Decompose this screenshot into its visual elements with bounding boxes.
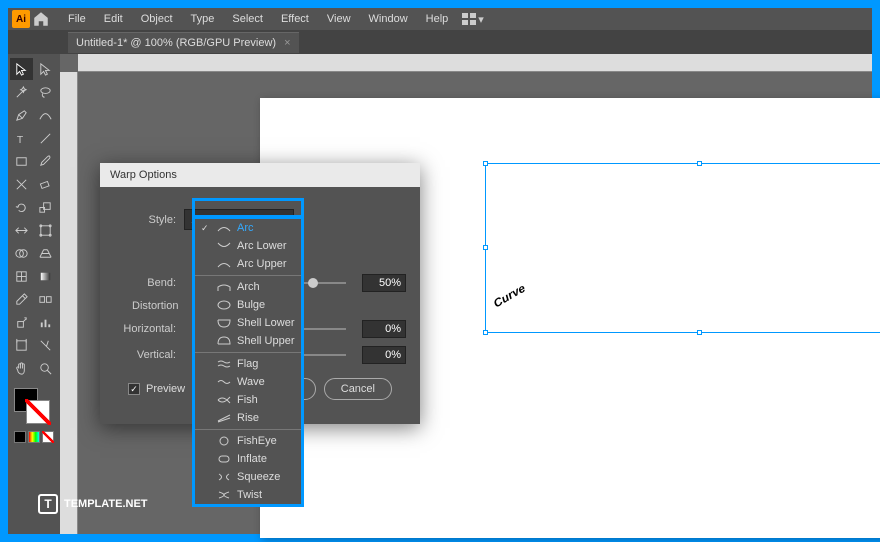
menu-file[interactable]: File <box>60 11 94 27</box>
cancel-button[interactable]: Cancel <box>324 378 392 400</box>
watermark-icon: T <box>38 494 58 514</box>
checkbox-icon: ✓ <box>128 383 140 395</box>
app-window: Ai File Edit Object Type Select Effect V… <box>8 8 872 534</box>
selection-tool[interactable] <box>10 58 33 80</box>
menu-type[interactable]: Type <box>183 11 223 27</box>
style-option-arc[interactable]: ✓Arc <box>195 219 301 237</box>
home-icon[interactable] <box>32 10 50 28</box>
style-option-bulge[interactable]: Bulge <box>195 296 301 314</box>
style-label: Style: <box>114 214 176 226</box>
blend-tool[interactable] <box>34 288 57 310</box>
menubar: File Edit Object Type Select Effect View… <box>60 11 456 27</box>
document-tabs: Untitled-1* @ 100% (RGB/GPU Preview) × <box>8 30 872 54</box>
eyedropper-tool[interactable] <box>10 288 33 310</box>
menu-view[interactable]: View <box>319 11 359 27</box>
style-option-fisheye[interactable]: FishEye <box>195 432 301 450</box>
dialog-title: Warp Options <box>100 163 420 187</box>
color-mode-gradient[interactable] <box>28 431 40 443</box>
handle-nw[interactable] <box>483 161 488 166</box>
selection-bounds <box>485 163 880 333</box>
watermark-text: TEMPLATE.NET <box>64 498 148 510</box>
menu-edit[interactable]: Edit <box>96 11 131 27</box>
color-mode-none[interactable] <box>42 431 54 443</box>
handle-n[interactable] <box>697 161 702 166</box>
style-option-fish[interactable]: Fish <box>195 391 301 409</box>
titlebar: Ai File Edit Object Type Select Effect V… <box>8 8 872 30</box>
ruler-horizontal <box>78 54 872 72</box>
direct-selection-tool[interactable] <box>34 58 57 80</box>
shape-builder-tool[interactable] <box>10 242 33 264</box>
shaper-tool[interactable] <box>10 173 33 195</box>
style-option-arc-upper[interactable]: Arc Upper <box>195 255 301 273</box>
scale-tool[interactable] <box>34 196 57 218</box>
stroke-swatch[interactable] <box>26 400 50 424</box>
style-option-arch[interactable]: Arch <box>195 278 301 296</box>
menu-help[interactable]: Help <box>418 11 457 27</box>
arrange-documents-icon[interactable]: ▾ <box>462 13 484 26</box>
column-graph-tool[interactable] <box>34 311 57 333</box>
style-option-twist[interactable]: Twist <box>195 486 301 504</box>
vertical-label: Vertical: <box>114 349 176 361</box>
paintbrush-tool[interactable] <box>34 150 57 172</box>
svg-text:T: T <box>17 135 24 146</box>
style-option-squeeze[interactable]: Squeeze <box>195 468 301 486</box>
style-option-shell-lower[interactable]: Shell Lower <box>195 314 301 332</box>
rotate-tool[interactable] <box>10 196 33 218</box>
type-tool[interactable]: T <box>10 127 33 149</box>
horizontal-label: Horizontal: <box>114 323 176 335</box>
style-option-arc-lower[interactable]: Arc Lower <box>195 237 301 255</box>
fill-stroke-swatches[interactable] <box>10 388 56 424</box>
line-tool[interactable] <box>34 127 57 149</box>
ruler-vertical <box>60 72 78 534</box>
pen-tool[interactable] <box>10 104 33 126</box>
menu-window[interactable]: Window <box>361 11 416 27</box>
vertical-value[interactable]: 0% <box>362 346 406 364</box>
bend-value[interactable]: 50% <box>362 274 406 292</box>
style-option-flag[interactable]: Flag <box>195 355 301 373</box>
perspective-grid-tool[interactable] <box>34 242 57 264</box>
watermark: T TEMPLATE.NET <box>38 494 148 514</box>
handle-s[interactable] <box>697 330 702 335</box>
style-option-shell-upper[interactable]: Shell Upper <box>195 332 301 350</box>
slice-tool[interactable] <box>34 334 57 356</box>
handle-sw[interactable] <box>483 330 488 335</box>
preview-checkbox[interactable]: ✓ Preview <box>128 383 185 395</box>
handle-w[interactable] <box>483 245 488 250</box>
menu-object[interactable]: Object <box>133 11 181 27</box>
lasso-tool[interactable] <box>34 81 57 103</box>
menu-select[interactable]: Select <box>224 11 271 27</box>
free-transform-tool[interactable] <box>34 219 57 241</box>
mesh-tool[interactable] <box>10 265 33 287</box>
curvature-tool[interactable] <box>34 104 57 126</box>
magic-wand-tool[interactable] <box>10 81 33 103</box>
artboard-tool[interactable] <box>10 334 33 356</box>
toolbar: T <box>8 54 60 534</box>
dropdown-separator <box>195 352 301 353</box>
menu-effect[interactable]: Effect <box>273 11 317 27</box>
color-mode-solid[interactable] <box>14 431 26 443</box>
symbol-sprayer-tool[interactable] <box>10 311 33 333</box>
gradient-tool[interactable] <box>34 265 57 287</box>
width-tool[interactable] <box>10 219 33 241</box>
document-tab[interactable]: Untitled-1* @ 100% (RGB/GPU Preview) × <box>68 32 299 53</box>
bend-label: Bend: <box>114 277 176 289</box>
dropdown-separator <box>195 429 301 430</box>
eraser-tool[interactable] <box>34 173 57 195</box>
dropdown-separator <box>195 275 301 276</box>
style-option-rise[interactable]: Rise <box>195 409 301 427</box>
rectangle-tool[interactable] <box>10 150 33 172</box>
zoom-tool[interactable] <box>34 357 57 379</box>
app-logo: Ai <box>12 10 30 28</box>
tab-title: Untitled-1* @ 100% (RGB/GPU Preview) <box>76 37 276 49</box>
hand-tool[interactable] <box>10 357 33 379</box>
style-option-wave[interactable]: Wave <box>195 373 301 391</box>
style-dropdown-list: ✓ArcArc LowerArc Upper ArchBulgeShell Low… <box>192 216 304 507</box>
color-mode-icons <box>10 431 56 443</box>
style-option-inflate[interactable]: Inflate <box>195 450 301 468</box>
horizontal-value[interactable]: 0% <box>362 320 406 338</box>
tab-close-icon[interactable]: × <box>284 37 290 49</box>
preview-label: Preview <box>146 383 185 395</box>
